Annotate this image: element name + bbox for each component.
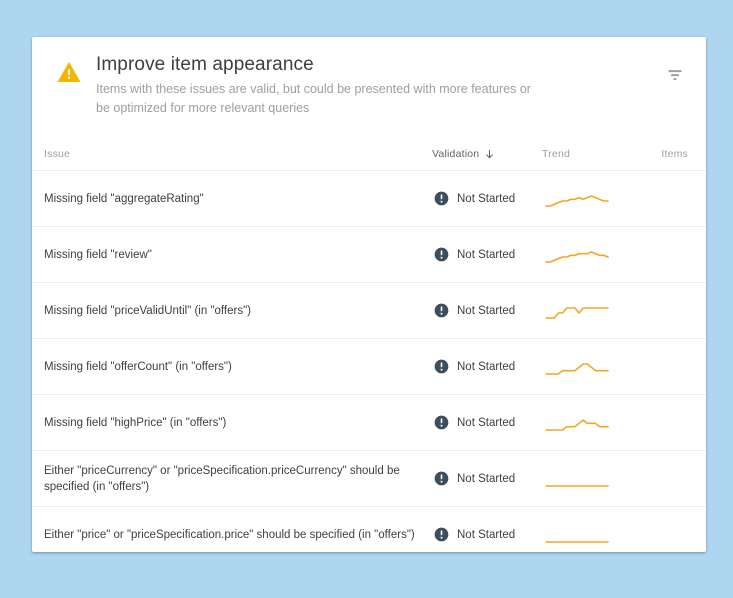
error-exclamation-icon (434, 471, 449, 486)
trend-sparkline (544, 414, 637, 432)
error-exclamation-icon (434, 359, 449, 374)
filter-button[interactable] (662, 63, 688, 89)
issues-table: Issue Validation Trend (32, 132, 706, 552)
error-exclamation-icon (434, 303, 449, 318)
cell-trend (542, 283, 637, 339)
page-subtitle: Items with these issues are valid, but c… (96, 80, 536, 118)
status-badge: Not Started (434, 415, 542, 430)
status-label: Not Started (457, 529, 515, 541)
cell-issue[interactable]: Missing field "review" (32, 227, 432, 283)
column-header-issue-label: Issue (44, 148, 70, 160)
cell-validation: Not Started (432, 283, 542, 339)
status-badge: Not Started (434, 303, 542, 318)
column-header-items[interactable]: Items (637, 132, 706, 171)
cell-validation: Not Started (432, 451, 542, 507)
error-exclamation-icon (434, 247, 449, 262)
cell-trend (542, 227, 637, 283)
issues-card: Improve item appearance Items with these… (32, 37, 706, 552)
cell-issue[interactable]: Missing field "aggregateRating" (32, 171, 432, 227)
status-badge: Not Started (434, 359, 542, 374)
status-label: Not Started (457, 361, 515, 373)
cell-issue[interactable]: Either "price" or "priceSpecification.pr… (32, 507, 432, 553)
arrow-down-icon (484, 149, 495, 160)
cell-validation: Not Started (432, 339, 542, 395)
cell-trend (542, 339, 637, 395)
cell-items (637, 395, 706, 451)
cell-issue[interactable]: Missing field "offerCount" (in "offers") (32, 339, 432, 395)
status-label: Not Started (457, 193, 515, 205)
cell-items (637, 451, 706, 507)
error-exclamation-icon (434, 527, 449, 542)
cell-validation: Not Started (432, 507, 542, 553)
status-badge: Not Started (434, 191, 542, 206)
column-header-issue[interactable]: Issue (32, 132, 432, 171)
trend-sparkline (544, 190, 637, 208)
warning-triangle-icon (56, 59, 82, 85)
filter-funnel-icon (665, 65, 685, 88)
status-label: Not Started (457, 473, 515, 485)
trend-sparkline (544, 470, 637, 488)
cell-validation: Not Started (432, 227, 542, 283)
status-label: Not Started (457, 305, 515, 317)
page-title: Improve item appearance (96, 53, 686, 77)
cell-validation: Not Started (432, 171, 542, 227)
error-exclamation-icon (434, 191, 449, 206)
table-row[interactable]: Missing field "aggregateRating" Not Start… (32, 171, 706, 227)
cell-trend (542, 507, 637, 553)
cell-items (637, 227, 706, 283)
cell-items (637, 507, 706, 553)
cell-items (637, 283, 706, 339)
table-row[interactable]: Missing field "priceValidUntil" (in "off… (32, 283, 706, 339)
status-label: Not Started (457, 249, 515, 261)
cell-items (637, 171, 706, 227)
trend-sparkline (544, 526, 637, 544)
column-header-trend[interactable]: Trend (542, 132, 637, 171)
table-row[interactable]: Missing field "review" Not Started (32, 227, 706, 283)
table-row[interactable]: Missing field "offerCount" (in "offers")… (32, 339, 706, 395)
table-header-row: Issue Validation Trend (32, 132, 706, 171)
column-header-trend-label: Trend (542, 148, 570, 160)
status-badge: Not Started (434, 471, 542, 486)
table-row[interactable]: Missing field "highPrice" (in "offers") N… (32, 395, 706, 451)
cell-validation: Not Started (432, 395, 542, 451)
table-body: Missing field "aggregateRating" Not Start… (32, 171, 706, 553)
column-header-items-label: Items (661, 148, 688, 160)
column-header-validation-label: Validation (432, 148, 479, 160)
status-label: Not Started (457, 417, 515, 429)
cell-issue[interactable]: Either "priceCurrency" or "priceSpecific… (32, 451, 432, 507)
card-header: Improve item appearance Items with these… (32, 37, 706, 132)
error-exclamation-icon (434, 415, 449, 430)
header-text-block: Improve item appearance Items with these… (96, 53, 686, 118)
table-row[interactable]: Either "price" or "priceSpecification.pr… (32, 507, 706, 553)
status-badge: Not Started (434, 247, 542, 262)
table-row[interactable]: Either "priceCurrency" or "priceSpecific… (32, 451, 706, 507)
column-header-validation[interactable]: Validation (432, 132, 542, 171)
trend-sparkline (544, 246, 637, 264)
cell-items (637, 339, 706, 395)
cell-trend (542, 171, 637, 227)
trend-sparkline (544, 358, 637, 376)
cell-issue[interactable]: Missing field "highPrice" (in "offers") (32, 395, 432, 451)
cell-trend (542, 395, 637, 451)
trend-sparkline (544, 302, 637, 320)
status-badge: Not Started (434, 527, 542, 542)
cell-trend (542, 451, 637, 507)
cell-issue[interactable]: Missing field "priceValidUntil" (in "off… (32, 283, 432, 339)
